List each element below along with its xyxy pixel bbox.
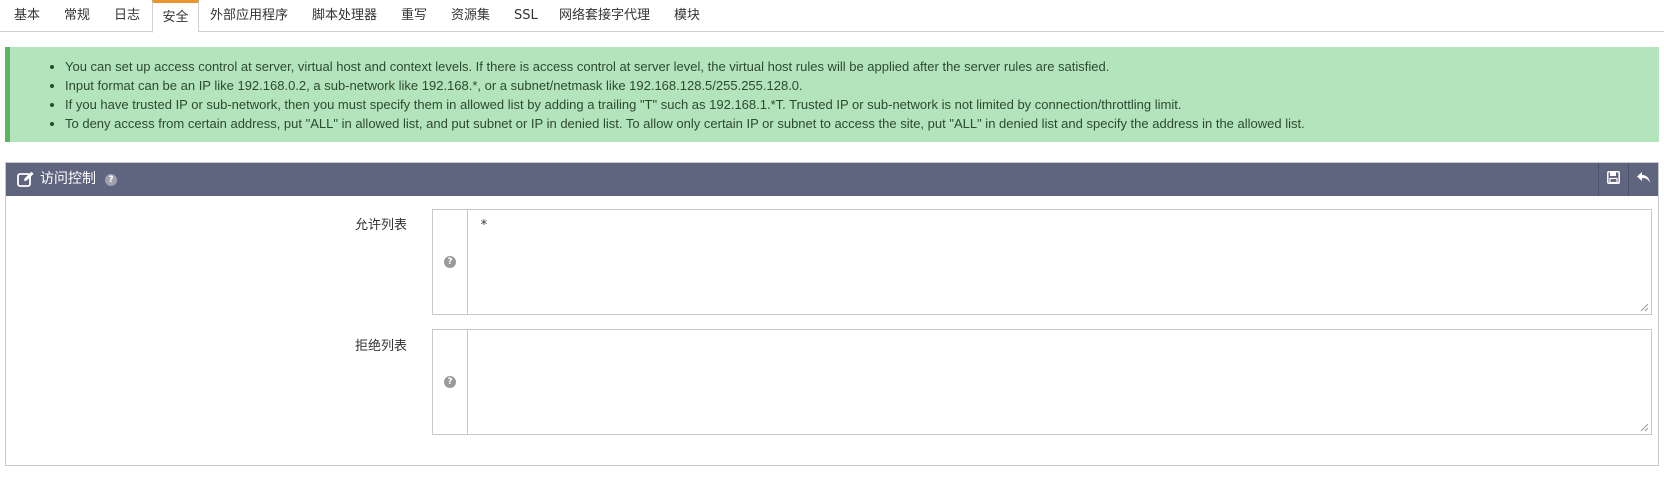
info-box: You can set up access control at server,… (5, 47, 1659, 142)
info-item: To deny access from certain address, put… (65, 114, 1659, 133)
access-control-panel: 访问控制 ? 允许列表 ? * 拒绝列表 ? (5, 162, 1659, 466)
tab-security[interactable]: 安全 (152, 0, 199, 33)
tab-basic[interactable]: 基本 (14, 0, 40, 32)
tab-modules[interactable]: 模块 (674, 0, 700, 32)
undo-icon (1636, 171, 1651, 188)
tab-external-apps[interactable]: 外部应用程序 (210, 0, 288, 32)
panel-header: 访问控制 ? (6, 163, 1658, 196)
question-icon[interactable]: ? (105, 174, 117, 186)
info-item: If you have trusted IP or sub-network, t… (65, 95, 1659, 114)
resize-grip-icon[interactable] (1640, 303, 1649, 312)
allowed-list-label: 允许列表 (354, 218, 407, 233)
info-item: Input format can be an IP like 192.168.0… (65, 76, 1659, 95)
question-icon[interactable]: ? (444, 376, 456, 388)
edit-icon (17, 171, 35, 188)
resize-grip-icon[interactable] (1640, 423, 1649, 432)
tab-general[interactable]: 常规 (64, 0, 90, 32)
save-icon (1607, 171, 1620, 188)
tab-ssl[interactable]: SSL (514, 0, 538, 32)
denied-list-input[interactable] (468, 330, 1651, 434)
revert-button[interactable] (1628, 163, 1658, 196)
tab-rewrite[interactable]: 重写 (401, 0, 427, 32)
info-item: You can set up access control at server,… (65, 57, 1659, 76)
tab-websocket-proxy[interactable]: 网络套接字代理 (559, 0, 650, 32)
field-help-gutter: ? (433, 210, 468, 314)
question-icon[interactable]: ? (444, 256, 456, 268)
tab-script-handler[interactable]: 脚本处理器 (312, 0, 377, 32)
panel-title: 访问控制 (40, 171, 96, 187)
field-help-gutter: ? (433, 330, 468, 434)
denied-list-label: 拒绝列表 (354, 339, 407, 354)
tab-log[interactable]: 日志 (114, 0, 140, 32)
allowed-list-input[interactable]: * (468, 210, 1651, 314)
denied-list-field: ? (432, 329, 1652, 435)
tab-contexts[interactable]: 资源集 (451, 0, 490, 32)
allowed-list-field: ? * (432, 209, 1652, 315)
save-button[interactable] (1598, 163, 1628, 196)
tab-bar: 基本 常规 日志 安全 外部应用程序 脚本处理器 重写 资源集 SSL 网络套接… (0, 0, 1664, 33)
info-list: You can set up access control at server,… (10, 47, 1659, 133)
